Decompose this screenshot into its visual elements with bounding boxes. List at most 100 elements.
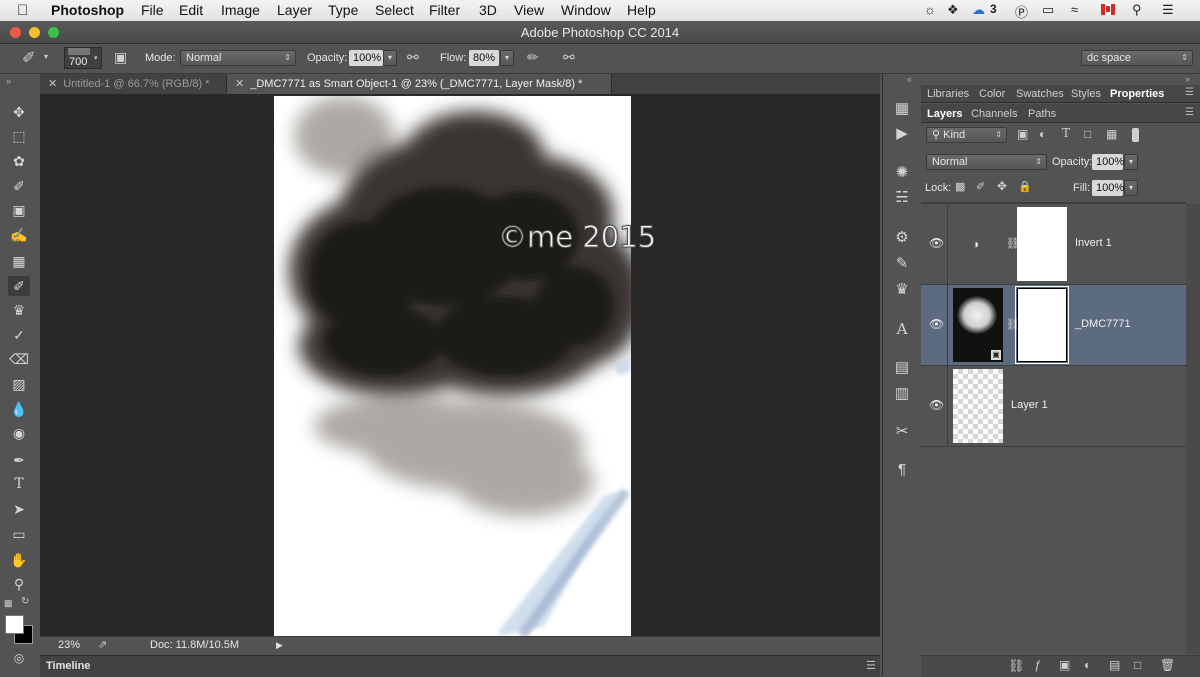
layer-mask-thumbnail[interactable] [1017, 207, 1067, 281]
collapse-dock-icon[interactable]: « [907, 74, 912, 84]
collapse-tools-icon[interactable]: » [6, 76, 11, 86]
filter-shape-icon[interactable]: □ [1084, 127, 1091, 141]
type-tool-icon[interactable]: T [8, 474, 30, 494]
tab-libraries[interactable]: Libraries [927, 88, 969, 100]
layer-name[interactable]: Layer 1 [1011, 399, 1048, 411]
airbrush-icon[interactable]: ✏ [527, 49, 539, 66]
canada-flag-icon[interactable] [1101, 4, 1115, 15]
character-panel-icon[interactable]: A [892, 319, 912, 339]
filter-type-icon[interactable]: T [1062, 126, 1070, 140]
panel-menu-icon[interactable]: ☰ [866, 659, 876, 672]
layer-row-dmc7771[interactable]: 👁 ▣ ⛓ _DMC7771 [921, 285, 1186, 366]
link-layers-icon[interactable]: ⛓ [1008, 658, 1025, 674]
tab-styles[interactable]: Styles [1071, 88, 1101, 100]
menu-help[interactable]: Help [627, 2, 656, 18]
tools-panel-icon[interactable]: ✂ [892, 422, 912, 442]
panel-menu-icon[interactable]: ☰ [1185, 87, 1194, 98]
new-group-folder-icon[interactable]: ▤ [1109, 658, 1120, 672]
zoom-tool-icon[interactable]: ⚲ [8, 574, 30, 594]
timeline-tab[interactable]: Timeline [46, 660, 90, 672]
fill-input[interactable]: 100% [1092, 180, 1124, 196]
menu-3d[interactable]: 3D [479, 2, 497, 18]
menu-select[interactable]: Select [375, 2, 414, 18]
filter-adjustment-icon[interactable]: ◐ [1039, 127, 1046, 141]
tab-properties[interactable]: Properties [1110, 88, 1164, 100]
quick-selection-tool-icon[interactable]: ✐ [8, 176, 30, 196]
dropbox-icon[interactable]: ❖ [947, 2, 959, 18]
filter-toggle-switch[interactable] [1132, 128, 1139, 142]
opacity-input[interactable]: 100% [349, 50, 383, 66]
lock-all-icon[interactable]: 🔒 [1018, 180, 1032, 193]
tab-swatches[interactable]: Swatches [1016, 88, 1064, 100]
mode-select[interactable]: Normal ⇕ [180, 50, 296, 66]
preset-dropdown-arrow-icon[interactable]: ▾ [44, 52, 48, 61]
history-brush-tool-icon[interactable]: ✓ [8, 325, 30, 345]
status-menu-arrow-icon[interactable]: ▶ [276, 640, 283, 651]
menu-app-name[interactable]: Photoshop [51, 2, 124, 18]
visibility-eye-icon[interactable]: 👁 [929, 236, 944, 250]
spotlight-search-icon[interactable]: ⚲ [1132, 2, 1142, 18]
lock-transparency-icon[interactable]: ▩ [955, 180, 965, 193]
circle-icon[interactable]: Ⓟ [1015, 2, 1028, 21]
brush-tool-icon[interactable]: ✐ [8, 276, 30, 296]
crop-tool-icon[interactable]: ▣ [8, 200, 30, 220]
flow-slider-toggle[interactable]: ▾ [500, 50, 514, 66]
brush-size-picker[interactable]: 700 ▾ [64, 47, 102, 69]
menu-filter[interactable]: Filter [429, 2, 460, 18]
creative-cloud-icon[interactable]: ☁ [972, 2, 985, 18]
new-layer-icon[interactable]: □ [1134, 658, 1141, 672]
pressure-opacity-icon[interactable]: ⚯ [407, 49, 419, 66]
quick-mask-icon[interactable]: ◎ [8, 648, 30, 668]
flow-input[interactable]: 80% [469, 50, 499, 66]
pen-tool-icon[interactable]: ✒ [8, 450, 30, 470]
foreground-color-swatch[interactable] [5, 615, 24, 634]
apple-icon[interactable]:  [17, 2, 28, 19]
default-colors-icon[interactable]: ▩ [4, 598, 13, 609]
dodge-tool-icon[interactable]: ◉ [8, 423, 30, 443]
menu-file[interactable]: File [141, 2, 164, 18]
tab-color[interactable]: Color [979, 88, 1005, 100]
layers-scrollbar[interactable] [1186, 204, 1200, 654]
menu-layer[interactable]: Layer [277, 2, 312, 18]
brushes-panel-icon[interactable]: ☵ [892, 188, 912, 208]
eraser-tool-icon[interactable]: ⌫ [8, 349, 30, 369]
paragraph-panel-icon[interactable]: ¶ [892, 460, 912, 480]
wifi-icon[interactable]: ≈ [1071, 2, 1078, 17]
clone-source-panel-icon[interactable]: ♛ [892, 280, 912, 300]
tab-channels[interactable]: Channels [971, 108, 1017, 120]
layer-mask-thumbnail[interactable] [1015, 286, 1069, 364]
opacity-slider-toggle[interactable]: ▾ [383, 50, 397, 66]
layer-opacity-slider-toggle[interactable]: ▾ [1124, 154, 1138, 170]
filter-smart-object-icon[interactable]: ▦ [1106, 127, 1117, 141]
layer-row-layer-1[interactable]: 👁 Layer 1 [921, 366, 1186, 447]
visibility-eye-icon[interactable]: 👁 [929, 398, 944, 412]
actions-panel-icon[interactable]: ▶ [892, 124, 912, 144]
clone-stamp-tool-icon[interactable]: ♛ [8, 300, 30, 320]
adjustments-panel-icon[interactable]: ⚙ [892, 228, 912, 248]
layer-name[interactable]: _DMC7771 [1075, 318, 1131, 330]
share-icon[interactable]: ⇗ [98, 638, 107, 651]
lock-pixels-icon[interactable]: ✐ [976, 180, 985, 193]
tab-untitled-1[interactable]: ✕ Untitled-1 @ 66.7% (RGB/8) * [40, 74, 225, 94]
adjustment-layer-icon[interactable]: ◐ [1084, 658, 1091, 672]
tab-paths[interactable]: Paths [1028, 108, 1056, 120]
move-tool-icon[interactable]: ✥ [8, 102, 30, 122]
close-tab-icon[interactable]: ✕ [48, 78, 57, 90]
panel-menu-icon[interactable]: ☰ [1185, 107, 1194, 118]
workspace-select[interactable]: dc space ⇕ [1081, 50, 1193, 66]
path-selection-tool-icon[interactable]: ➤ [8, 499, 30, 519]
tab-dmc7771[interactable]: ✕ _DMC7771 as Smart Object-1 @ 23% (_DMC7… [226, 74, 612, 94]
rectangle-tool-icon[interactable]: ▭ [8, 524, 30, 544]
fill-slider-toggle[interactable]: ▾ [1124, 180, 1138, 196]
lasso-tool-icon[interactable]: ✿ [8, 151, 30, 171]
layer-row-invert-1[interactable]: 👁 ◑ ⛓ Invert 1 [921, 204, 1186, 285]
layer-thumbnail-transparent[interactable] [953, 369, 1003, 443]
notification-center-icon[interactable]: ☰ [1162, 2, 1174, 18]
healing-brush-tool-icon[interactable]: ▦ [8, 251, 30, 271]
visibility-eye-icon[interactable]: 👁 [929, 317, 944, 331]
swap-colors-icon[interactable]: ↻ [21, 596, 29, 607]
add-mask-icon[interactable]: ▣ [1059, 658, 1070, 672]
smart-object-thumbnail[interactable]: ▣ [953, 288, 1003, 362]
filter-pixel-icon[interactable]: ▣ [1017, 127, 1028, 141]
zoom-level[interactable]: 23% [58, 639, 80, 651]
